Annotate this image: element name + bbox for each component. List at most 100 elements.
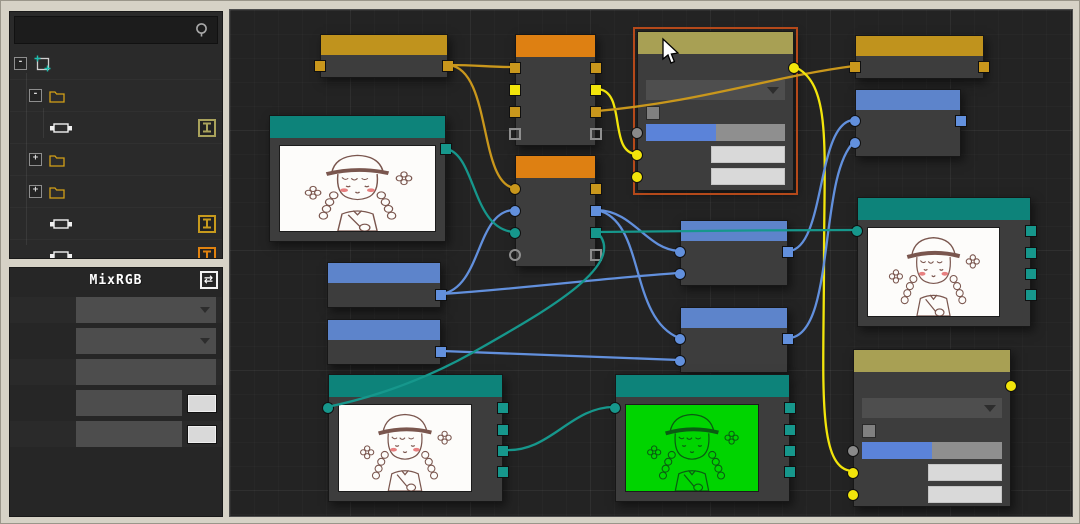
node-state-badge[interactable] bbox=[198, 215, 216, 233]
node-header[interactable] bbox=[856, 90, 960, 110]
socket-circle[interactable] bbox=[847, 467, 859, 479]
property-dropdown-field[interactable] bbox=[76, 297, 216, 323]
socket-circle[interactable] bbox=[849, 115, 861, 127]
color-swatch[interactable] bbox=[188, 395, 216, 412]
socket-circle[interactable] bbox=[631, 127, 643, 139]
node-numberinput-2[interactable] bbox=[327, 319, 441, 365]
fac-slider[interactable] bbox=[862, 442, 1002, 459]
node-numberinput-1[interactable] bbox=[327, 262, 441, 308]
node-header[interactable] bbox=[856, 36, 983, 56]
socket-circle[interactable] bbox=[847, 445, 859, 457]
node-header[interactable] bbox=[616, 375, 789, 397]
socket-circle[interactable] bbox=[847, 489, 859, 501]
search-input[interactable] bbox=[15, 23, 193, 37]
node-imagechannel-bl[interactable] bbox=[328, 374, 503, 502]
socket-square[interactable] bbox=[509, 84, 521, 96]
socket-circle[interactable] bbox=[674, 268, 686, 280]
socket-square[interactable] bbox=[590, 62, 602, 74]
color1-swatch[interactable] bbox=[711, 146, 785, 163]
socket-square[interactable] bbox=[1025, 289, 1037, 301]
tree-expander-icon[interactable]: - bbox=[14, 57, 27, 70]
mix-mode-dropdown[interactable] bbox=[646, 80, 785, 100]
socket-circle[interactable] bbox=[509, 249, 521, 261]
socket-square[interactable] bbox=[442, 60, 454, 72]
socket-square[interactable] bbox=[590, 84, 602, 96]
node-header[interactable] bbox=[270, 116, 445, 138]
socket-square[interactable] bbox=[590, 249, 602, 261]
socket-square[interactable] bbox=[782, 333, 794, 345]
node-mixrgb-bottom[interactable] bbox=[853, 349, 1011, 507]
socket-circle[interactable] bbox=[631, 171, 643, 183]
tree-expander-icon[interactable]: + bbox=[29, 153, 42, 166]
socket-circle[interactable] bbox=[322, 402, 334, 414]
socket-circle[interactable] bbox=[631, 149, 643, 161]
socket-circle[interactable] bbox=[674, 333, 686, 345]
node-attrtest-left[interactable] bbox=[320, 34, 448, 78]
color2-swatch[interactable] bbox=[928, 486, 1002, 503]
node-header[interactable] bbox=[329, 375, 502, 397]
socket-square[interactable] bbox=[509, 106, 521, 118]
socket-square[interactable] bbox=[509, 128, 521, 140]
tree-item-attrtestnode[interactable] bbox=[10, 208, 222, 240]
socket-circle[interactable] bbox=[509, 183, 521, 195]
node-header[interactable] bbox=[858, 198, 1030, 220]
socket-square[interactable] bbox=[590, 128, 602, 140]
socket-square[interactable] bbox=[590, 227, 602, 239]
node-attrtest-right[interactable] bbox=[855, 35, 984, 79]
fac-slider[interactable] bbox=[646, 124, 785, 141]
tree-item-winnodeeditordemo[interactable]: - bbox=[10, 48, 222, 80]
tree-expander-icon[interactable]: + bbox=[29, 185, 42, 198]
node-numberadd-1[interactable] bbox=[680, 220, 788, 286]
tree-item-mixrgb[interactable] bbox=[10, 112, 222, 144]
tree-item-m-hub[interactable] bbox=[10, 240, 222, 258]
socket-square[interactable] bbox=[784, 424, 796, 436]
tree-item-number[interactable]: + bbox=[10, 176, 222, 208]
socket-circle[interactable] bbox=[509, 205, 521, 217]
node-imageinput[interactable] bbox=[269, 115, 446, 242]
socket-square[interactable] bbox=[784, 402, 796, 414]
socket-circle[interactable] bbox=[1005, 380, 1017, 392]
node-s-hub[interactable] bbox=[515, 155, 596, 267]
socket-square[interactable] bbox=[314, 60, 326, 72]
property-color-field[interactable] bbox=[76, 421, 182, 447]
tree-item-blender[interactable]: - bbox=[10, 80, 222, 112]
node-header[interactable] bbox=[328, 320, 440, 340]
socket-square[interactable] bbox=[497, 466, 509, 478]
tree-expander-icon[interactable]: - bbox=[29, 89, 42, 102]
node-imagechannel-right[interactable] bbox=[857, 197, 1031, 327]
tree-item-image[interactable]: + bbox=[10, 144, 222, 176]
node-imagechannel-bm[interactable] bbox=[615, 374, 790, 502]
node-numberadd-2[interactable] bbox=[680, 307, 788, 373]
node-state-badge[interactable] bbox=[198, 247, 216, 259]
node-header[interactable] bbox=[516, 35, 595, 57]
socket-square[interactable] bbox=[955, 115, 967, 127]
socket-square[interactable] bbox=[497, 402, 509, 414]
clamp-checkbox[interactable] bbox=[646, 106, 660, 120]
socket-circle[interactable] bbox=[509, 227, 521, 239]
socket-square[interactable] bbox=[590, 205, 602, 217]
socket-square[interactable] bbox=[1025, 225, 1037, 237]
node-numberadd-right[interactable] bbox=[855, 89, 961, 157]
property-text-field[interactable] bbox=[76, 359, 216, 385]
socket-square[interactable] bbox=[784, 445, 796, 457]
socket-square[interactable] bbox=[784, 466, 796, 478]
socket-square[interactable] bbox=[435, 346, 447, 358]
socket-circle[interactable] bbox=[849, 137, 861, 149]
color1-swatch[interactable] bbox=[928, 464, 1002, 481]
socket-circle[interactable] bbox=[674, 355, 686, 367]
socket-square[interactable] bbox=[590, 183, 602, 195]
socket-square[interactable] bbox=[440, 143, 452, 155]
socket-square[interactable] bbox=[1025, 247, 1037, 259]
color-swatch[interactable] bbox=[188, 426, 216, 443]
node-header[interactable] bbox=[516, 156, 595, 178]
socket-square[interactable] bbox=[497, 445, 509, 457]
socket-circle[interactable] bbox=[674, 246, 686, 258]
node-state-badge[interactable] bbox=[198, 119, 216, 137]
swap-icon[interactable]: ⇄ bbox=[200, 271, 218, 289]
node-header[interactable] bbox=[681, 221, 787, 241]
mix-mode-dropdown[interactable] bbox=[862, 398, 1002, 418]
node-header[interactable] bbox=[854, 350, 1010, 372]
node-editor-canvas[interactable] bbox=[229, 9, 1073, 517]
socket-square[interactable] bbox=[590, 106, 602, 118]
socket-square[interactable] bbox=[435, 289, 447, 301]
